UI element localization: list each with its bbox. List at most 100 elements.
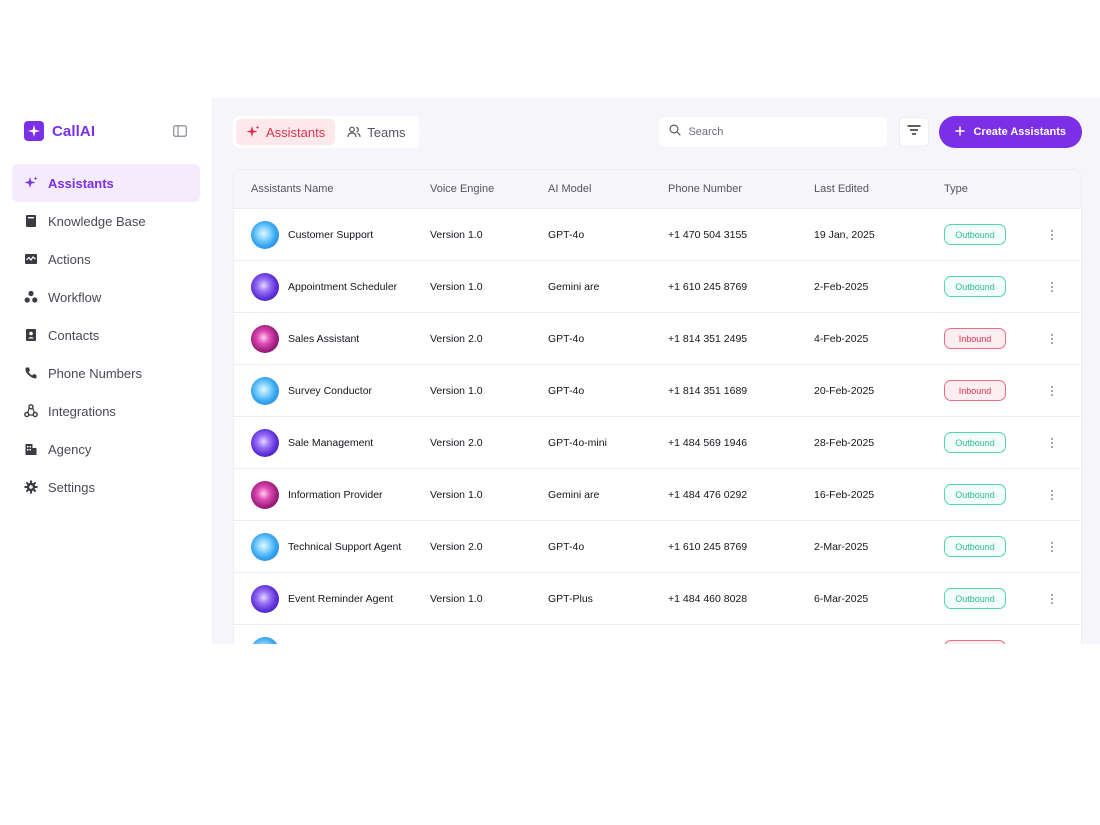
toolbar: Assistants Teams Create Assistants xyxy=(233,116,1082,148)
assistant-avatar xyxy=(251,584,279,613)
sidebar-item-agency[interactable]: Agency xyxy=(12,430,200,468)
filter-icon xyxy=(907,123,922,141)
cell-last-edited: 2-Mar-2025 xyxy=(814,540,869,553)
cell-phone-number: +1 814 351 2495 xyxy=(668,332,748,345)
assistant-name: Information Provider xyxy=(288,488,383,501)
column-header-ai-model[interactable]: AI Model xyxy=(548,183,668,195)
table-row[interactable]: Inbound xyxy=(234,624,1081,644)
cell-name: Sale Management xyxy=(234,428,430,457)
cell-type: Outbound xyxy=(944,588,1032,609)
cell-actions xyxy=(1032,383,1072,399)
cell-name xyxy=(234,636,430,644)
cell-last-edited: 19 Jan, 2025 xyxy=(814,228,875,241)
sidebar-item-phone-numbers[interactable]: Phone Numbers xyxy=(12,354,200,392)
cell-type: Outbound xyxy=(944,536,1032,557)
sidebar-item-label: Knowledge Base xyxy=(48,213,146,229)
type-badge: Outbound xyxy=(944,484,1006,505)
cell-name: Event Reminder Agent xyxy=(234,584,430,613)
cell-ai-model: GPT-Plus xyxy=(548,592,593,605)
table-row[interactable]: Customer Support Version 1.0 GPT-4o +1 470 … xyxy=(234,208,1081,260)
cell-voice-engine: Version 2.0 xyxy=(430,436,483,449)
sidebar-item-assistants[interactable]: Assistants xyxy=(12,164,200,202)
more-options-icon[interactable] xyxy=(1046,227,1058,243)
cell-ai-model: GPT-4o xyxy=(548,384,585,397)
table-row[interactable]: Sales Assistant Version 2.0 GPT-4o +1 814 3… xyxy=(234,312,1081,364)
sidebar-item-label: Agency xyxy=(48,441,92,457)
more-options-icon[interactable] xyxy=(1046,435,1058,451)
more-options-icon[interactable] xyxy=(1046,643,1058,645)
more-options-icon[interactable] xyxy=(1046,539,1058,555)
sidebar-item-workflow[interactable]: Workflow xyxy=(12,278,200,316)
more-options-icon[interactable] xyxy=(1046,591,1058,607)
cell-actions xyxy=(1032,487,1072,503)
table-body: Customer Support Version 1.0 GPT-4o +1 470 … xyxy=(234,208,1081,644)
sidebar-item-knowledge-base[interactable]: Knowledge Base xyxy=(12,202,200,240)
phone-icon xyxy=(24,366,38,380)
sidebar-item-label: Phone Numbers xyxy=(48,365,142,381)
more-options-icon[interactable] xyxy=(1046,487,1058,503)
cell-voice-engine: Version 1.0 xyxy=(430,228,483,241)
table-row[interactable]: Information Provider Version 1.0 Gemini ar… xyxy=(234,468,1081,520)
brand[interactable]: CallAI xyxy=(24,121,95,141)
cell-voice-engine: Version 1.0 xyxy=(430,280,483,293)
table-header: Assistants Name Voice Engine AI Model Ph… xyxy=(234,170,1081,208)
type-badge: Outbound xyxy=(944,224,1006,245)
sidebar-item-actions[interactable]: Actions xyxy=(12,240,200,278)
sidebar-collapse-icon[interactable] xyxy=(172,123,188,139)
create-assistants-button[interactable]: Create Assistants xyxy=(939,116,1082,148)
assistant-name: Sale Management xyxy=(288,436,374,449)
sidebar-item-settings[interactable]: Settings xyxy=(12,468,200,506)
sidebar-item-integrations[interactable]: Integrations xyxy=(12,392,200,430)
brand-name: CallAI xyxy=(52,122,96,140)
activity-icon xyxy=(24,252,38,266)
cell-actions xyxy=(1032,227,1072,243)
search-box[interactable] xyxy=(659,117,888,147)
cell-ai-model: GPT-4o xyxy=(548,332,585,345)
assistant-name: Sales Assistant xyxy=(288,332,360,345)
column-header-type[interactable]: Type xyxy=(944,183,1032,195)
tab-label: Assistants xyxy=(266,124,326,140)
assistant-name: Appointment Scheduler xyxy=(288,280,398,293)
assistants-table: Assistants Name Voice Engine AI Model Ph… xyxy=(233,169,1082,644)
table-row[interactable]: Technical Support Agent Version 2.0 GPT-4o… xyxy=(234,520,1081,572)
assistant-name: Event Reminder Agent xyxy=(288,592,394,605)
assistant-name: Customer Support xyxy=(288,228,374,241)
integrations-icon xyxy=(24,404,38,418)
cell-last-edited: 2-Feb-2025 xyxy=(814,280,869,293)
gear-icon xyxy=(24,480,38,494)
type-badge: Outbound xyxy=(944,276,1006,297)
column-header-last-edited[interactable]: Last Edited xyxy=(814,183,944,195)
more-options-icon[interactable] xyxy=(1046,331,1058,347)
users-icon xyxy=(347,125,361,139)
assistant-name: Survey Conductor xyxy=(288,384,373,397)
table-row[interactable]: Appointment Scheduler Version 1.0 Gemini a… xyxy=(234,260,1081,312)
filter-button[interactable] xyxy=(899,117,930,147)
more-options-icon[interactable] xyxy=(1046,279,1058,295)
cell-phone-number: +1 814 351 1689 xyxy=(668,384,748,397)
search-input[interactable] xyxy=(688,126,878,138)
cell-type: Outbound xyxy=(944,432,1032,453)
cell-ai-model: Gemini are xyxy=(548,280,600,293)
table-row[interactable]: Event Reminder Agent Version 1.0 GPT-Plus +… xyxy=(234,572,1081,624)
contacts-icon xyxy=(24,328,38,342)
table-row[interactable]: Survey Conductor Version 1.0 GPT-4o +1 814 … xyxy=(234,364,1081,416)
cell-ai-model: GPT-4o xyxy=(548,228,585,241)
column-header-phone-number[interactable]: Phone Number xyxy=(668,183,814,195)
cell-actions xyxy=(1032,279,1072,295)
cell-last-edited: 20-Feb-2025 xyxy=(814,384,875,397)
tab-teams[interactable]: Teams xyxy=(337,119,415,145)
cell-voice-engine: Version 2.0 xyxy=(430,540,483,553)
plus-icon xyxy=(955,125,966,139)
cell-name: Sales Assistant xyxy=(234,324,430,353)
more-options-icon[interactable] xyxy=(1046,383,1058,399)
cell-ai-model: Gemini are xyxy=(548,488,600,501)
sidebar-item-contacts[interactable]: Contacts xyxy=(12,316,200,354)
search-icon xyxy=(669,123,682,141)
cell-last-edited: 28-Feb-2025 xyxy=(814,436,875,449)
type-badge: Inbound xyxy=(944,380,1006,401)
tab-assistants[interactable]: Assistants xyxy=(236,119,336,145)
column-header-name[interactable]: Assistants Name xyxy=(234,183,430,195)
column-header-voice-engine[interactable]: Voice Engine xyxy=(430,183,548,195)
table-row[interactable]: Sale Management Version 2.0 GPT-4o-mini +1 … xyxy=(234,416,1081,468)
workflow-icon xyxy=(24,290,38,304)
